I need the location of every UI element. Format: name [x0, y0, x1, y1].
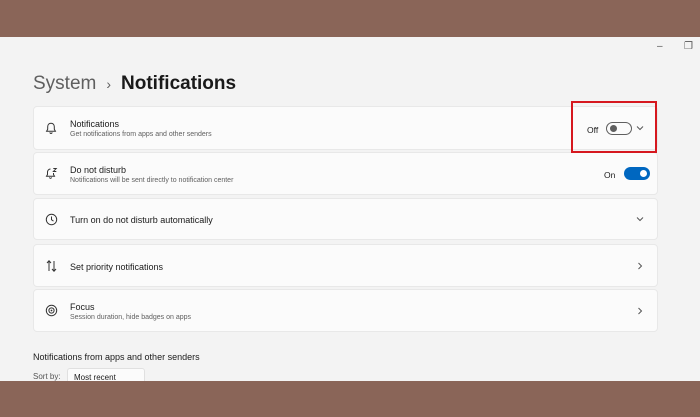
- toggle-knob: [610, 125, 617, 132]
- minimize-icon[interactable]: –: [657, 41, 663, 52]
- settings-window: – ❐ System › Notifications Notifications…: [0, 37, 700, 381]
- focus-title: Focus: [70, 302, 95, 312]
- chevron-right-icon[interactable]: [635, 261, 645, 271]
- dnd-automatic-title: Turn on do not disturb automatically: [70, 215, 213, 225]
- chevron-right-icon[interactable]: [635, 306, 645, 316]
- focus-subtitle: Session duration, hide badges on apps: [70, 314, 192, 321]
- notifications-toggle[interactable]: [606, 122, 632, 135]
- breadcrumb-system[interactable]: System: [33, 73, 96, 95]
- focus-icon: [44, 304, 58, 318]
- do-not-disturb-subtitle: Notifications will be sent directly to n…: [70, 177, 234, 184]
- sort-by-label: Sort by:: [33, 372, 61, 381]
- dnd-automatic-card[interactable]: Turn on do not disturb automatically: [33, 198, 658, 240]
- page-title: Notifications: [121, 73, 237, 94]
- do-not-disturb-toggle-label: On: [604, 170, 616, 180]
- breadcrumb: System › Notifications: [33, 73, 236, 95]
- do-not-disturb-title: Do not disturb: [70, 165, 127, 175]
- notifications-subtitle: Get notifications from apps and other se…: [70, 131, 212, 138]
- notifications-card[interactable]: Notifications Get notifications from app…: [33, 106, 658, 150]
- do-not-disturb-toggle[interactable]: [624, 167, 650, 180]
- chevron-down-icon[interactable]: [635, 214, 645, 224]
- priority-notifications-card[interactable]: Set priority notifications: [33, 244, 658, 287]
- chevron-down-icon[interactable]: [635, 123, 645, 133]
- notifications-title: Notifications: [70, 119, 120, 129]
- bell-snooze-icon: [44, 167, 58, 181]
- do-not-disturb-card: Do not disturb Notifications will be sen…: [33, 152, 658, 195]
- toggle-knob: [640, 170, 647, 177]
- notifications-toggle-label: Off: [587, 125, 599, 135]
- breadcrumb-separator: ›: [106, 76, 112, 92]
- focus-card[interactable]: Focus Session duration, hide badges on a…: [33, 289, 658, 332]
- restore-icon[interactable]: ❐: [684, 41, 693, 52]
- bell-icon: [44, 121, 58, 135]
- clock-icon: [44, 212, 58, 226]
- sort-by-dropdown[interactable]: Most recent: [67, 368, 145, 381]
- section-title: Notifications from apps and other sender…: [33, 352, 200, 362]
- priority-notifications-title: Set priority notifications: [70, 262, 164, 272]
- priority-arrows-icon: [44, 259, 58, 273]
